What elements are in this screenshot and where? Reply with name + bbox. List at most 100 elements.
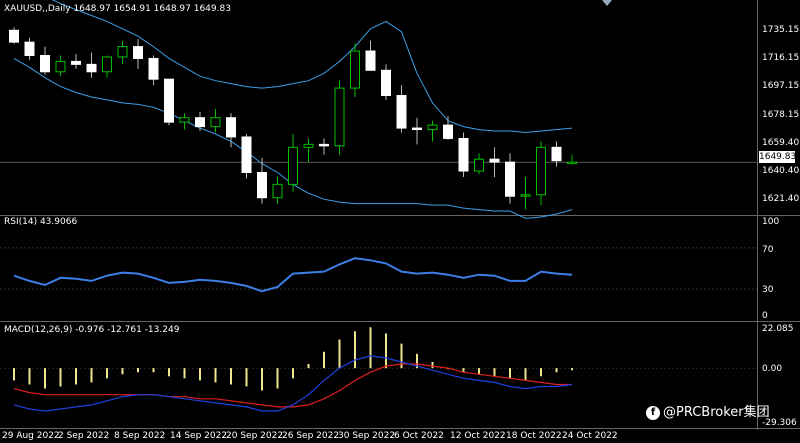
candle-body (536, 146, 546, 196)
macd-histogram-bar (478, 368, 480, 375)
macd-histogram-bar (571, 368, 573, 371)
macd-histogram-bar (307, 364, 310, 369)
macd-histogram-bar (90, 368, 93, 383)
rsi-header: RSI(14) 43.9066 (4, 217, 78, 227)
macd-histogram-bar (13, 368, 15, 381)
candle-body (164, 78, 174, 123)
chart-shift-marker-icon[interactable] (602, 0, 612, 6)
candle-body (86, 63, 97, 73)
candle-body (567, 161, 577, 165)
candle-body (458, 137, 469, 172)
macd-histogram-bar (44, 368, 46, 389)
candle-body (412, 127, 422, 131)
symbol-header: XAUUSD,,Daily 1648.97 1654.91 1648.97 16… (4, 4, 231, 14)
macd-histogram-bar (292, 368, 294, 379)
macd-histogram-bar (493, 368, 496, 377)
macd-histogram-bar (369, 327, 372, 369)
rsi-line (13, 257, 573, 293)
bollinger-upper-line (51, 0, 573, 134)
macd-histogram-bar (183, 368, 186, 379)
price-tick: 1640.40 (762, 166, 800, 176)
candle-body (272, 183, 283, 199)
price-tick: 1621.40 (762, 194, 800, 204)
candle-body (195, 117, 205, 128)
chart-frame (0, 0, 800, 430)
candle-body (427, 124, 438, 131)
date-tick: 30 Sep 2022 (338, 431, 396, 441)
facebook-icon: f (646, 405, 660, 420)
macd-histogram-bar (276, 368, 279, 389)
macd-histogram-bar (385, 333, 387, 369)
date-tick: 2 Sep 2022 (58, 431, 110, 441)
rsi-tick: 100 (762, 217, 780, 227)
macd-histogram-bar (137, 368, 139, 373)
price-tick: 1659.40 (762, 138, 800, 148)
price-tick: 1678.15 (762, 110, 800, 120)
candle-body (179, 117, 190, 123)
candle-body (303, 143, 314, 148)
macd-histogram-bar (354, 331, 356, 369)
macd-pane[interactable] (0, 327, 757, 412)
candle-body (288, 146, 298, 185)
candle-body (396, 94, 407, 129)
date-tick: 26 Sep 2022 (282, 431, 340, 441)
trading-chart[interactable] (0, 0, 800, 443)
candle-body (40, 54, 50, 73)
candle-body (350, 50, 360, 89)
watermark-text: @PRCBroker集团 (663, 405, 770, 420)
macd-histogram-bar (323, 351, 325, 369)
candle-body (443, 124, 453, 139)
price-pane[interactable] (0, 0, 757, 219)
candle-body (365, 50, 376, 71)
rsi-tick: 0 (762, 311, 768, 321)
rsi-tick: 70 (762, 245, 774, 255)
macd-histogram-bar (230, 368, 232, 385)
candle-body (319, 143, 329, 147)
candle-body (241, 136, 252, 174)
candle-body (71, 60, 81, 65)
candle-body (381, 69, 391, 96)
candle-body (102, 56, 112, 73)
price-tick: 1716.15 (762, 53, 800, 63)
macd-histogram-bar (199, 368, 201, 381)
candle-body (117, 46, 128, 58)
current-price-tag: 1649.83 (759, 151, 797, 163)
macd-header: MACD(12,26,9) -0.976 -12.761 -13.249 (4, 325, 180, 335)
candle-body (505, 161, 515, 197)
macd-histogram-bar (261, 368, 263, 391)
macd-tick: 0.00 (762, 364, 783, 374)
date-tick: 12 Oct 2022 (450, 431, 506, 441)
macd-histogram-bar (555, 368, 558, 373)
date-tick: 20 Sep 2022 (226, 431, 284, 441)
macd-tick: 22.085 (762, 324, 794, 334)
date-tick: 6 Oct 2022 (394, 431, 444, 441)
macd-histogram-bar (28, 368, 31, 385)
macd-histogram-bar (540, 368, 542, 377)
price-tick: 1735.15 (762, 25, 800, 35)
rsi-tick: 30 (762, 285, 774, 295)
date-tick: 8 Sep 2022 (114, 431, 166, 441)
date-tick: 24 Oct 2022 (562, 431, 618, 441)
candle-body (334, 87, 345, 147)
rsi-pane[interactable] (0, 247, 757, 293)
macd-histogram-bar (59, 368, 62, 387)
candle-body (474, 158, 484, 172)
macd-histogram-bar (509, 368, 511, 379)
macd-histogram-bar (214, 368, 217, 383)
date-tick: 29 Aug 2022 (2, 431, 60, 441)
watermark: f @PRCBroker集团 (646, 401, 770, 420)
candle-body (24, 41, 35, 56)
macd-histogram-bar (152, 368, 155, 373)
price-tick: 1697.15 (762, 81, 800, 91)
candle-body (489, 158, 500, 163)
candle-body (551, 146, 562, 162)
macd-histogram-bar (106, 368, 108, 379)
candle-body (257, 172, 267, 199)
macd-histogram-bar (338, 339, 341, 369)
candle-body (9, 29, 19, 43)
macd-main-line (13, 355, 573, 412)
candle-body (148, 57, 159, 80)
candle-body (226, 117, 236, 138)
macd-histogram-bar (524, 368, 527, 381)
macd-histogram-bar (168, 368, 170, 377)
